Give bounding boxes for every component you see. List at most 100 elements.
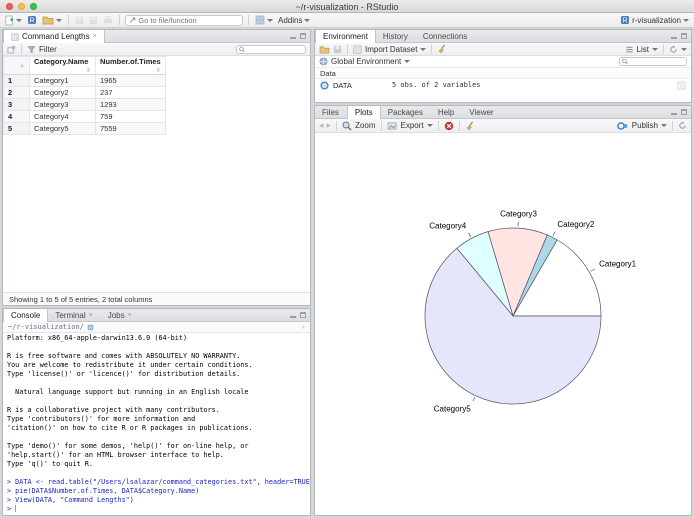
- tab-history[interactable]: History: [376, 30, 416, 42]
- new-project-button[interactable]: [26, 14, 38, 26]
- pie-label-tick: [472, 397, 476, 402]
- export-plot-icon: [387, 121, 398, 130]
- table-cell: 237: [95, 86, 166, 99]
- export-plot-button[interactable]: Export: [401, 121, 424, 130]
- maximize-pane-icon[interactable]: [681, 109, 687, 115]
- tab-viewer[interactable]: Viewer: [462, 106, 501, 118]
- table-cell: 759: [95, 110, 166, 123]
- console-output-line: 'citation()' on how to cite R or R packa…: [7, 424, 253, 432]
- clear-plots-icon[interactable]: [465, 121, 475, 131]
- table-cell: 5: [3, 122, 30, 135]
- data-table: ▲ Category.Name ⇕ Number.of.Times ⇕ 1 Categ…: [3, 56, 166, 135]
- list-view-button[interactable]: List: [637, 45, 649, 54]
- publish-button[interactable]: Publish: [632, 121, 658, 130]
- environment-object-row[interactable]: DATA 5 obs. of 2 variables: [315, 79, 691, 91]
- tab-console[interactable]: Console: [3, 309, 49, 322]
- environment-search-box[interactable]: [619, 57, 687, 66]
- tab-command-lengths[interactable]: Command Lengths ×: [3, 30, 105, 43]
- save-workspace-icon[interactable]: [333, 45, 342, 54]
- print-button[interactable]: [102, 14, 114, 26]
- viewer-search-input[interactable]: [247, 45, 303, 53]
- save-button[interactable]: [74, 14, 85, 26]
- project-name: r-visualization: [632, 15, 681, 25]
- tab-packages[interactable]: Packages: [381, 106, 431, 118]
- table-cell: Category3: [29, 98, 96, 111]
- object-name[interactable]: DATA: [333, 81, 388, 90]
- environment-pane: Environment History Connections Import D…: [314, 29, 692, 103]
- table-row[interactable]: 1 Category1 1965: [3, 74, 166, 87]
- maximize-pane-icon[interactable]: [300, 312, 306, 318]
- minimize-pane-icon[interactable]: [671, 109, 677, 115]
- tab-terminal[interactable]: Terminal ×: [48, 309, 100, 321]
- tab-help[interactable]: Help: [431, 106, 462, 118]
- table-row[interactable]: 5 Category5 7559: [3, 122, 166, 135]
- project-menu-button[interactable]: r-visualization: [619, 14, 690, 26]
- clear-objects-icon[interactable]: [437, 44, 447, 54]
- pane-layout-button[interactable]: [254, 14, 274, 26]
- close-tab-icon[interactable]: ×: [89, 312, 93, 319]
- new-file-button[interactable]: [4, 14, 23, 26]
- console-prompt-line: >: [7, 505, 17, 513]
- pie-label-tick: [590, 268, 595, 272]
- view-table-icon[interactable]: [677, 81, 686, 90]
- goto-input[interactable]: [138, 15, 239, 25]
- pie-slice-label: Category3: [500, 210, 537, 219]
- popout-console-icon[interactable]: ↗: [301, 323, 305, 331]
- maximize-pane-icon[interactable]: [300, 33, 306, 39]
- plot-area: Category1 Category2 Category3 Category4 Cate…: [315, 133, 691, 514]
- console-output-line: Type 'license()' or 'licence()' for dist…: [7, 370, 241, 378]
- pie-label-tick: [468, 232, 472, 237]
- viewer-search-box[interactable]: [236, 44, 306, 54]
- scope-selector[interactable]: Global Environment: [331, 57, 401, 66]
- tab-jobs[interactable]: Jobs ×: [101, 309, 140, 321]
- pie-slice-label: Category1: [599, 259, 636, 268]
- data-object-icon: [320, 81, 329, 90]
- remove-plot-icon[interactable]: [444, 121, 454, 131]
- table-row[interactable]: 3 Category3 1293: [3, 98, 166, 111]
- save-all-button[interactable]: [88, 14, 99, 26]
- table-row[interactable]: 2 Category2 237: [3, 86, 166, 99]
- data-viewer-pane: Command Lengths × Filter ▲ Category.Name…: [2, 29, 311, 306]
- tab-connections[interactable]: Connections: [416, 30, 475, 42]
- console-output[interactable]: Platform: x86_64-apple-darwin13.6.0 (64-…: [3, 333, 310, 514]
- addins-button[interactable]: Addins: [277, 14, 311, 26]
- next-plot-icon[interactable]: ▸: [327, 120, 332, 131]
- import-dataset-button[interactable]: Import Dataset: [365, 45, 417, 54]
- plots-tabbar: Files Plots Packages Help Viewer: [315, 106, 691, 119]
- filter-label[interactable]: Filter: [39, 45, 57, 54]
- console-output-line: R is free software and comes with ABSOLU…: [7, 352, 241, 360]
- minimize-pane-icon[interactable]: [671, 33, 677, 39]
- table-row[interactable]: 4 Category4 759: [3, 110, 166, 123]
- column-header-number-of-times[interactable]: Number.of.Times ⇕: [95, 56, 166, 75]
- refresh-icon[interactable]: [669, 45, 678, 54]
- tab-environment[interactable]: Environment: [315, 30, 376, 43]
- open-file-button[interactable]: [41, 14, 63, 26]
- popout-icon[interactable]: [7, 45, 16, 54]
- goto-file-function-box[interactable]: [125, 14, 243, 26]
- console-working-dir-bar: ~/r-visualization/ ↗: [3, 322, 310, 333]
- search-icon: [239, 46, 245, 53]
- minimize-pane-icon[interactable]: [290, 312, 296, 318]
- table-cell: 3: [3, 98, 30, 111]
- refresh-plots-icon[interactable]: [678, 121, 687, 130]
- search-icon: [622, 58, 628, 65]
- close-tab-icon[interactable]: ×: [128, 312, 132, 319]
- tab-files[interactable]: Files: [315, 106, 347, 118]
- corner-header[interactable]: ▲: [3, 56, 30, 75]
- maximize-pane-icon[interactable]: [681, 33, 687, 39]
- filter-icon[interactable]: [27, 45, 36, 54]
- close-tab-icon[interactable]: ×: [93, 33, 97, 40]
- minimize-pane-icon[interactable]: [290, 33, 296, 39]
- zoom-plot-button[interactable]: Zoom: [355, 121, 375, 130]
- working-dir: ~/r-visualization/: [8, 323, 84, 331]
- environment-scope-bar: Global Environment: [315, 56, 691, 68]
- load-workspace-icon[interactable]: [319, 45, 330, 54]
- titlebar: ~/r-visualization - RStudio: [0, 0, 694, 13]
- previous-plot-icon[interactable]: ◂: [319, 120, 324, 131]
- tab-plots[interactable]: Plots: [346, 106, 381, 119]
- column-header-category-name[interactable]: Category.Name ⇕: [29, 56, 96, 75]
- environment-search-input[interactable]: [630, 58, 684, 65]
- table-cell: 7559: [95, 122, 166, 135]
